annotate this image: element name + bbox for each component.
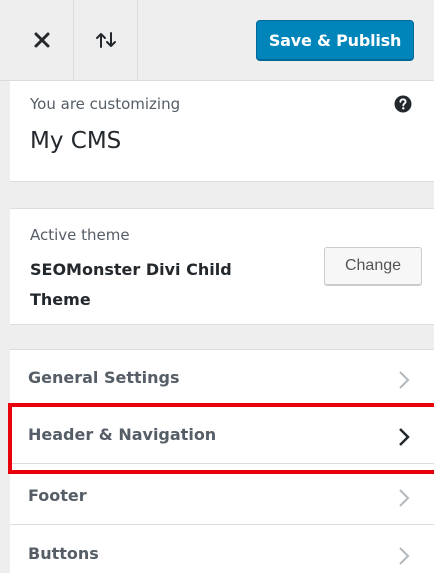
help-icon[interactable] — [394, 95, 412, 113]
section-header-navigation[interactable]: Header & Navigation — [10, 407, 434, 464]
theme-name: SEOMonster Divi Child Theme — [30, 260, 232, 309]
save-publish-button[interactable]: Save & Publish — [256, 20, 414, 60]
section-list: General Settings Header & Navigation Foo… — [10, 349, 434, 573]
section-buttons[interactable]: Buttons — [10, 526, 434, 573]
section-general-settings[interactable]: General Settings — [10, 350, 434, 407]
close-icon — [34, 32, 50, 48]
chevron-right-icon — [398, 546, 410, 570]
active-theme-section: Active theme SEOMonster Divi Child Theme… — [10, 208, 434, 325]
section-label: Buttons — [28, 544, 99, 563]
close-button[interactable] — [10, 0, 74, 80]
active-theme-label: Active theme — [30, 226, 130, 244]
section-label: General Settings — [28, 368, 180, 387]
chevron-right-icon — [398, 370, 410, 394]
section-label: Header & Navigation — [28, 425, 217, 444]
reorder-button[interactable] — [74, 0, 138, 80]
customizing-info: You are customizing My CMS — [10, 81, 434, 182]
reorder-icon — [95, 31, 117, 49]
change-theme-button[interactable]: Change — [324, 247, 422, 285]
site-title: My CMS — [30, 128, 122, 154]
chevron-right-icon — [398, 488, 410, 512]
customizer-panel: Save & Publish You are customizing My CM… — [0, 0, 434, 573]
customizing-label: You are customizing — [30, 95, 181, 113]
section-footer[interactable]: Footer — [10, 468, 434, 525]
customizer-header: Save & Publish — [0, 0, 434, 81]
chevron-right-icon — [398, 427, 410, 451]
section-label: Footer — [28, 486, 87, 505]
